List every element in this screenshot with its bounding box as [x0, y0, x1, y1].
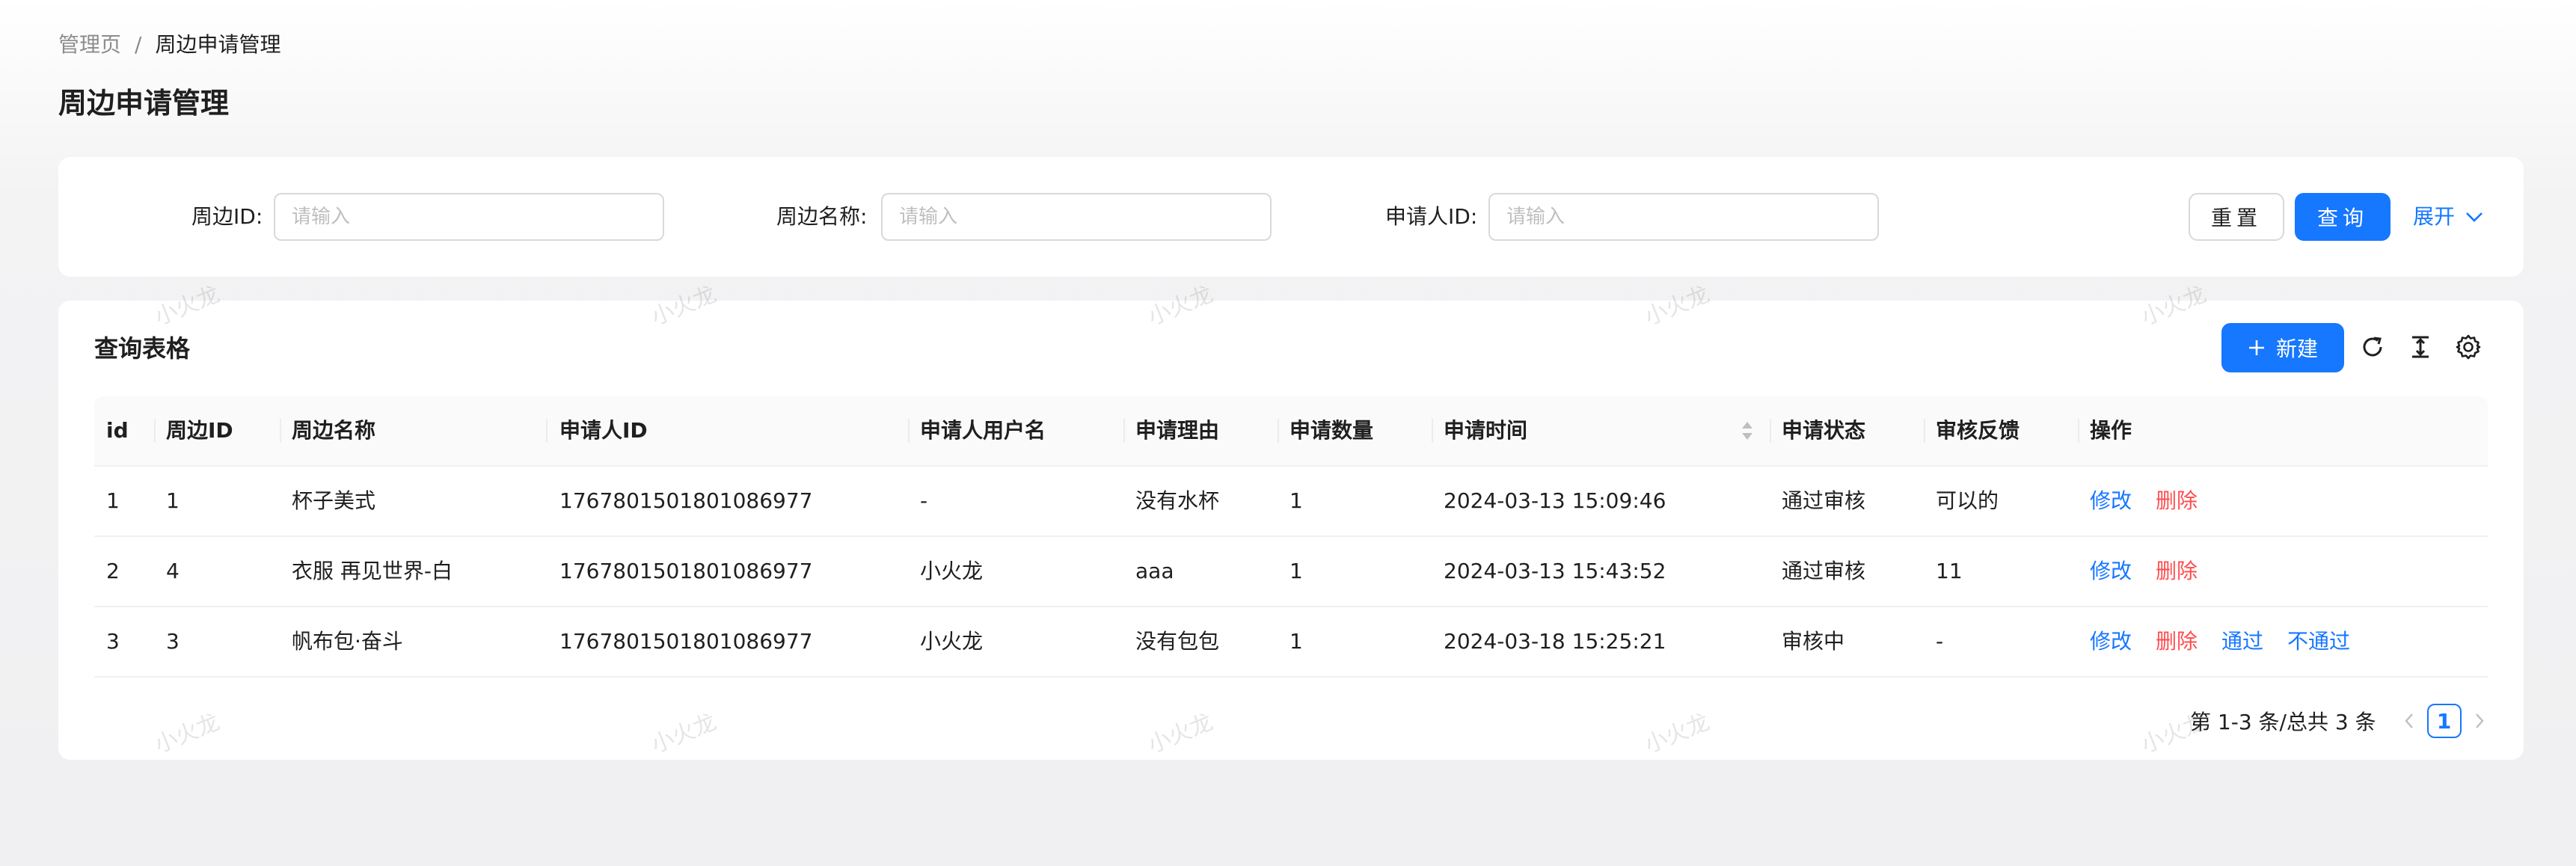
column-header-username: 申请人用户名: [920, 418, 1046, 443]
expand-toggle[interactable]: 展开: [2413, 202, 2483, 232]
column-header-peripheral-name: 周边名称: [292, 418, 376, 443]
breadcrumb-home[interactable]: 管理页: [58, 30, 121, 60]
search-form: 周边ID: 周边名称: 申请人ID: 重置 查询 展开: [58, 157, 2524, 277]
chevron-left-icon[interactable]: [2397, 703, 2421, 739]
column-height-icon[interactable]: [2405, 332, 2435, 362]
column-header-id: id: [106, 418, 129, 443]
column-divider: [1123, 419, 1125, 443]
cell-quantity: 1: [1289, 559, 1303, 583]
column-divider: [1924, 419, 1925, 443]
cell-username: -: [920, 488, 928, 513]
cell-peripheral-name: 帆布包·奋斗: [292, 629, 403, 654]
cell-peripheral-name: 衣服 再见世界-白: [292, 559, 453, 583]
peripheral-id-label: 周边ID:: [191, 204, 263, 229]
cell-reason: 没有水杯: [1135, 488, 1220, 513]
table-row: 2 4 衣服 再见世界-白 1767801501801086977 小火龙 aa…: [94, 537, 2488, 607]
column-header-applicant-id: 申请人ID: [559, 418, 648, 443]
cell-quantity: 1: [1289, 488, 1303, 513]
column-divider: [546, 419, 548, 443]
breadcrumb-current: 周边申请管理: [155, 32, 281, 57]
applicant-id-label: 申请人ID:: [1385, 204, 1478, 229]
cell-peripheral-id: 4: [166, 559, 180, 583]
breadcrumb-separator: /: [135, 32, 142, 57]
column-divider: [280, 419, 281, 443]
column-divider: [908, 419, 910, 443]
edit-link[interactable]: 修改: [2090, 537, 2132, 606]
sort-icon[interactable]: [1740, 417, 1755, 444]
cell-id: 3: [106, 629, 120, 654]
new-button[interactable]: 新建: [2221, 323, 2344, 372]
cell-feedback: -: [1936, 629, 1944, 654]
cell-id: 1: [106, 488, 120, 513]
cell-id: 2: [106, 559, 120, 583]
column-header-time[interactable]: 申请时间: [1444, 396, 1527, 465]
breadcrumb: 管理页 / 周边申请管理: [58, 30, 280, 60]
column-divider: [1770, 419, 1771, 443]
column-header-feedback: 审核反馈: [1936, 418, 2020, 443]
cell-reason: aaa: [1135, 559, 1174, 583]
column-header-status: 申请状态: [1782, 418, 1866, 443]
plus-icon: [2248, 340, 2264, 355]
column-header-peripheral-id: 周边ID: [166, 418, 233, 443]
column-header-quantity: 申请数量: [1289, 418, 1374, 443]
chevron-right-icon[interactable]: [2468, 703, 2491, 739]
column-header-reason: 申请理由: [1135, 418, 1220, 443]
cell-feedback: 11: [1936, 559, 1963, 583]
cell-peripheral-name: 杯子美式: [292, 488, 376, 513]
page-title: 周边申请管理: [58, 87, 230, 120]
table-header: id 周边ID 周边名称 申请人ID 申请人用户名 申请理由 申请数量 申请时间…: [94, 396, 2488, 467]
cell-applicant-id: 1767801501801086977: [559, 559, 813, 583]
page-item-current[interactable]: 1: [2426, 704, 2462, 738]
expand-label: 展开: [2413, 204, 2456, 229]
cell-quantity: 1: [1289, 629, 1303, 654]
edit-link[interactable]: 修改: [2090, 607, 2132, 676]
approve-link[interactable]: 通过: [2221, 607, 2263, 676]
delete-link[interactable]: 删除: [2156, 537, 2198, 606]
delete-link[interactable]: 删除: [2156, 467, 2198, 535]
peripheral-name-input[interactable]: [881, 193, 1272, 241]
cell-username: 小火龙: [920, 559, 984, 583]
query-table-card: 查询表格 新建 id 周边ID 周边名称 申请人ID 申请人用户名 申请理由 申…: [58, 301, 2524, 760]
cell-status: 审核中: [1782, 629, 1845, 654]
query-button[interactable]: 查询: [2295, 193, 2391, 241]
peripheral-name-label: 周边名称:: [776, 204, 868, 229]
delete-link[interactable]: 删除: [2156, 607, 2198, 676]
table-row: 1 1 杯子美式 1767801501801086977 - 没有水杯 1 20…: [94, 467, 2488, 537]
cell-peripheral-id: 1: [166, 488, 180, 513]
peripheral-id-input[interactable]: [274, 193, 664, 241]
reject-link[interactable]: 不通过: [2287, 607, 2350, 676]
edit-link[interactable]: 修改: [2090, 467, 2132, 535]
column-divider: [1432, 419, 1433, 443]
reset-button[interactable]: 重置: [2189, 193, 2284, 241]
column-divider: [2078, 419, 2079, 443]
data-table: id 周边ID 周边名称 申请人ID 申请人用户名 申请理由 申请数量 申请时间…: [94, 396, 2488, 678]
cell-time: 2024-03-18 15:25:21: [1444, 629, 1666, 654]
cell-time: 2024-03-13 15:09:46: [1444, 488, 1666, 513]
cell-status: 通过审核: [1782, 559, 1866, 583]
cell-status: 通过审核: [1782, 488, 1866, 513]
table-row: 3 3 帆布包·奋斗 1767801501801086977 小火龙 没有包包 …: [94, 607, 2488, 678]
cell-username: 小火龙: [920, 629, 984, 654]
reload-icon[interactable]: [2358, 332, 2388, 362]
pagination-total: 第 1-3 条/总共 3 条: [2190, 710, 2376, 734]
table-title: 查询表格: [94, 334, 191, 363]
cell-peripheral-id: 3: [166, 629, 180, 654]
gear-icon[interactable]: [2453, 332, 2483, 362]
cell-feedback: 可以的: [1936, 488, 1999, 513]
cell-applicant-id: 1767801501801086977: [559, 629, 813, 654]
column-divider: [1278, 419, 1279, 443]
cell-applicant-id: 1767801501801086977: [559, 488, 813, 513]
column-header-actions: 操作: [2090, 418, 2132, 443]
new-button-label: 新建: [2275, 337, 2318, 361]
cell-reason: 没有包包: [1135, 629, 1220, 654]
cell-time: 2024-03-13 15:43:52: [1444, 559, 1666, 583]
applicant-id-input[interactable]: [1488, 193, 1879, 241]
pagination: 第 1-3 条/总共 3 条 1: [2190, 703, 2491, 739]
chevron-down-icon: [2466, 212, 2483, 222]
column-divider: [154, 419, 156, 443]
